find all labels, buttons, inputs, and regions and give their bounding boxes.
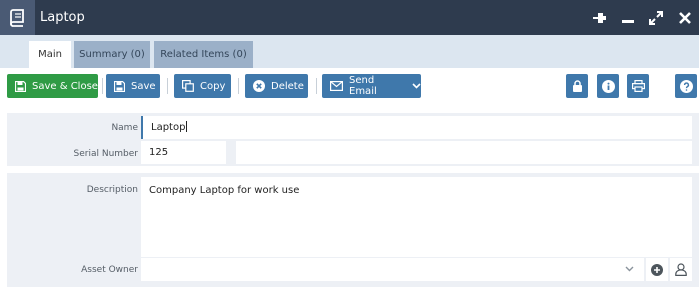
text-cursor xyxy=(186,121,188,132)
help-icon xyxy=(679,79,693,93)
toolbar-divider xyxy=(102,78,103,94)
toolbar-divider xyxy=(167,78,168,94)
toolbar-divider xyxy=(316,78,317,94)
info-button[interactable] xyxy=(597,74,619,98)
print-button[interactable] xyxy=(627,74,649,98)
tab-related-items[interactable]: Related Items (0) xyxy=(154,41,253,68)
save-icon xyxy=(15,80,26,92)
send-email-button[interactable]: Send Email xyxy=(322,74,421,98)
name-field[interactable]: Laptop xyxy=(141,116,692,139)
help-button[interactable] xyxy=(675,74,697,98)
printer-icon xyxy=(631,80,645,92)
delete-button[interactable]: Delete xyxy=(245,74,308,98)
save-button[interactable]: Save xyxy=(106,74,160,98)
minimize-icon[interactable] xyxy=(619,9,637,27)
envelope-icon xyxy=(330,81,343,91)
select-user-button[interactable] xyxy=(670,258,692,281)
lock-icon xyxy=(572,80,583,92)
serial-number-label: Serial Number xyxy=(73,149,138,159)
tab-main[interactable]: Main xyxy=(29,41,71,68)
window-title: Laptop xyxy=(40,10,85,25)
description-textarea[interactable]: Company Laptop for work use xyxy=(141,177,692,257)
chevron-down-icon xyxy=(412,83,421,89)
close-icon[interactable] xyxy=(676,9,694,27)
identity-section: Name Laptop Serial Number 125 xyxy=(7,113,699,166)
description-label: Description xyxy=(86,185,138,195)
delete-label: Delete xyxy=(271,80,304,92)
copy-label: Copy xyxy=(200,80,226,92)
serial-number-value: 125 xyxy=(149,147,169,158)
description-value: Company Laptop for work use xyxy=(149,185,300,196)
delete-icon xyxy=(253,80,265,92)
add-asset-owner-button[interactable] xyxy=(646,258,668,281)
maximize-icon[interactable] xyxy=(647,9,665,27)
send-email-label: Send Email xyxy=(349,75,377,97)
save-icon xyxy=(114,80,125,92)
copy-button[interactable]: Copy xyxy=(174,74,231,98)
save-label: Save xyxy=(131,80,156,92)
asset-owner-label: Asset Owner xyxy=(81,265,138,275)
save-close-label: Save & Close xyxy=(32,80,98,92)
save-close-button[interactable]: Save & Close xyxy=(7,74,98,98)
serial-number-field[interactable]: 125 xyxy=(141,141,226,164)
tab-summary[interactable]: Summary (0) xyxy=(74,41,150,68)
book-icon xyxy=(0,0,35,35)
copy-icon xyxy=(182,80,194,92)
toolbar: Save & Close Save Copy Delete Send Email xyxy=(0,68,699,104)
lock-button[interactable] xyxy=(566,74,588,98)
info-icon xyxy=(601,79,615,93)
asset-owner-select[interactable] xyxy=(141,258,644,281)
plus-circle-icon xyxy=(651,263,663,276)
title-bar: Laptop xyxy=(0,0,699,35)
user-icon xyxy=(675,263,687,276)
name-value: Laptop xyxy=(151,122,186,133)
tab-strip: Main Summary (0) Related Items (0) xyxy=(0,35,699,68)
details-section: Description Company Laptop for work use … xyxy=(7,173,699,287)
toolbar-divider xyxy=(238,78,239,94)
chevron-down-icon xyxy=(625,266,634,272)
pin-icon[interactable] xyxy=(590,9,608,27)
name-label: Name xyxy=(111,123,138,133)
serial-number-extra-field xyxy=(236,141,692,164)
